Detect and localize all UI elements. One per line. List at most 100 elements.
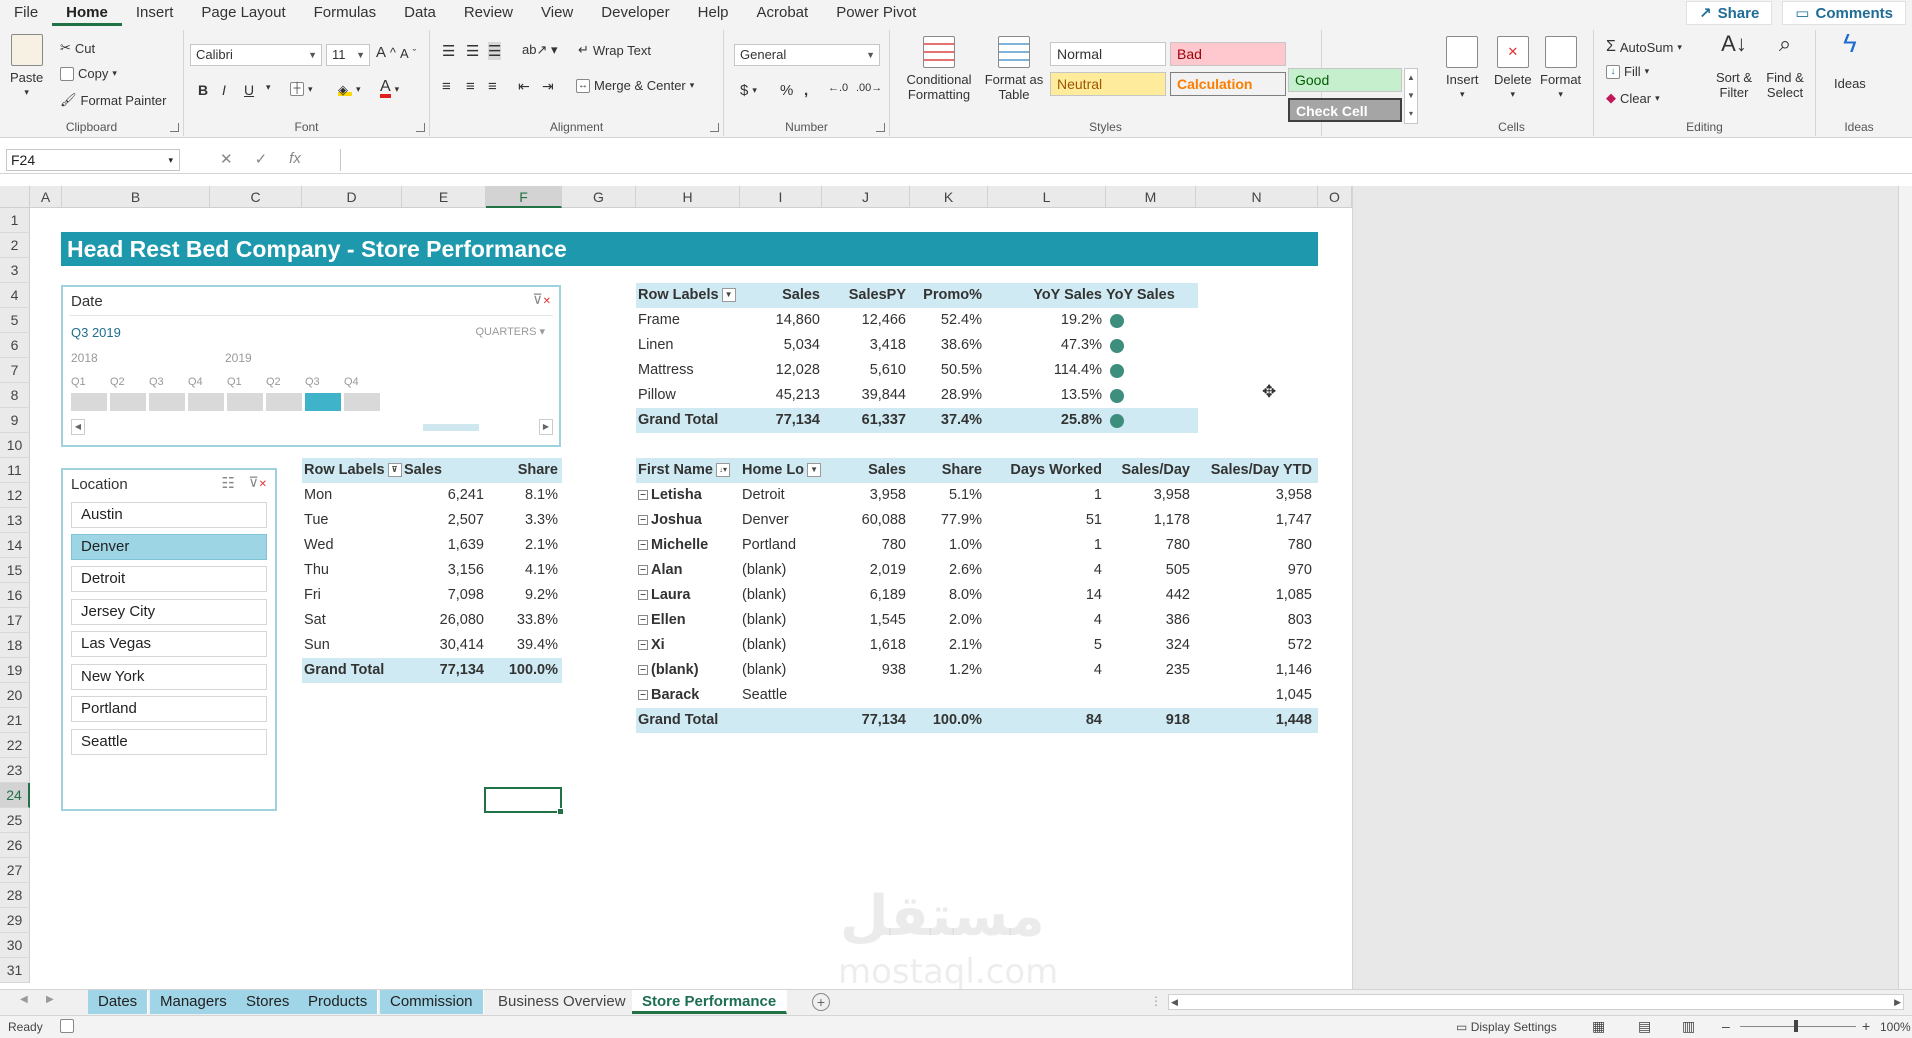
column-header[interactable]: O <box>1318 186 1352 208</box>
sheet-tab-store-performance[interactable]: Store Performance <box>632 990 788 1014</box>
delete-cells-button[interactable]: ✕ Delete ▾ <box>1494 36 1532 102</box>
style-good[interactable]: Good <box>1288 68 1402 92</box>
slicer-item-detroit[interactable]: Detroit <box>71 566 267 592</box>
row-header[interactable]: 19 <box>0 658 30 683</box>
cancel-icon[interactable]: ✕ <box>220 150 233 168</box>
style-check-cell[interactable]: Check Cell <box>1288 98 1402 122</box>
table-row[interactable]: Thu 3,156 4.1% <box>302 558 562 583</box>
table-row[interactable]: Pillow 45,213 39,844 28.9% 13.5% <box>636 383 1198 408</box>
bottom-align-icon[interactable]: ☰ <box>488 42 502 60</box>
timeline-period-bar[interactable] <box>110 393 146 411</box>
increase-decimal-icon[interactable]: ←.0 <box>828 82 848 94</box>
slicer-item-las-vegas[interactable]: Las Vegas <box>71 631 267 657</box>
tab-page-layout[interactable]: Page Layout <box>187 0 299 26</box>
paste-button[interactable]: Paste ▾ <box>10 34 43 100</box>
macro-record-icon[interactable] <box>60 1019 74 1033</box>
row-header[interactable]: 30 <box>0 933 30 958</box>
name-box[interactable]: F24 ▾ <box>6 149 180 171</box>
column-header[interactable]: A <box>30 186 62 208</box>
table-row[interactable]: Sat 26,080 33.8% <box>302 608 562 633</box>
row-header[interactable]: 14 <box>0 533 30 558</box>
column-header[interactable]: L <box>988 186 1106 208</box>
conditional-formatting-button[interactable]: Conditional Formatting <box>900 36 978 102</box>
style-neutral[interactable]: Neutral <box>1050 72 1166 96</box>
tab-data[interactable]: Data <box>390 0 450 26</box>
table-total-row[interactable]: Grand Total 77,134 100.0% <box>302 658 562 683</box>
decrease-indent-icon[interactable]: ⇤ <box>518 78 530 95</box>
row-header[interactable]: 12 <box>0 483 30 508</box>
dialog-launcher-icon[interactable] <box>876 123 885 132</box>
decrease-font-button[interactable]: Aˇ <box>400 46 416 61</box>
timeline-period-bar[interactable] <box>266 393 302 411</box>
style-bad[interactable]: Bad <box>1170 42 1286 66</box>
tab-power-pivot[interactable]: Power Pivot <box>822 0 930 26</box>
column-header[interactable]: H <box>636 186 740 208</box>
scroll-left-icon[interactable]: ◀ <box>1171 995 1178 1009</box>
column-header[interactable]: N <box>1196 186 1318 208</box>
tab-file[interactable]: File <box>0 0 52 26</box>
chevron-down-icon[interactable]: ▼ <box>807 463 822 478</box>
table-row[interactable]: – Michelle Portland 780 1.0% 1 780 780 <box>636 533 1318 558</box>
row-header[interactable]: 24 <box>0 783 30 808</box>
location-slicer[interactable]: Location ☷ ⊽✕ Austin Denver Detroit Jers… <box>61 468 277 811</box>
row-header[interactable]: 27 <box>0 858 30 883</box>
row-header[interactable]: 21 <box>0 708 30 733</box>
bold-button[interactable]: B <box>198 82 208 98</box>
top-align-icon[interactable]: ☰ <box>442 42 455 60</box>
table-row[interactable]: – Joshua Denver 60,088 77.9% 51 1,178 1,747 <box>636 508 1318 533</box>
timeline-period-bar[interactable] <box>149 393 185 411</box>
timeline-period-bar[interactable] <box>188 393 224 411</box>
timeline-scroll-thumb[interactable] <box>423 424 479 431</box>
tab-insert[interactable]: Insert <box>122 0 188 26</box>
table-row[interactable]: Fri 7,098 9.2% <box>302 583 562 608</box>
cut-button[interactable]: ✂ Cut <box>60 40 95 56</box>
decrease-decimal-icon[interactable]: .00→ <box>856 82 882 94</box>
format-cells-button[interactable]: Format ▾ <box>1540 36 1581 102</box>
tab-view[interactable]: View <box>527 0 587 26</box>
clear-button[interactable]: ◆ Clear ▾ <box>1606 90 1660 106</box>
slicer-item-austin[interactable]: Austin <box>71 502 267 528</box>
column-header[interactable]: G <box>562 186 636 208</box>
date-timeline-slicer[interactable]: Date ⊽✕ Q3 2019 QUARTERS ▾ 2018 2019 Q1 … <box>61 285 561 447</box>
filter-applied-icon[interactable]: ⊽ <box>387 463 402 478</box>
display-settings-button[interactable]: ▭ Display Settings <box>1456 1020 1557 1034</box>
dialog-launcher-icon[interactable] <box>170 123 179 132</box>
sheet-tab-stores[interactable]: Stores <box>236 990 301 1014</box>
orientation-icon[interactable]: ab↗ ▾ <box>522 42 558 58</box>
clear-filter-icon[interactable]: ⊽✕ <box>532 291 551 308</box>
row-header[interactable]: 17 <box>0 608 30 633</box>
timeline-period-bar-selected[interactable] <box>305 393 341 411</box>
table-row[interactable]: – (blank) (blank) 938 1.2% 4 235 1,146 <box>636 658 1318 683</box>
tab-review[interactable]: Review <box>450 0 527 26</box>
row-header[interactable]: 13 <box>0 508 30 533</box>
timeline-level-select[interactable]: QUARTERS ▾ <box>475 325 545 338</box>
table-row[interactable]: – Alan (blank) 2,019 2.6% 4 505 970 <box>636 558 1318 583</box>
font-name-select[interactable]: Calibri ▼ <box>190 44 322 66</box>
slicer-item-portland[interactable]: Portland <box>71 696 267 722</box>
row-header[interactable]: 6 <box>0 333 30 358</box>
row-header[interactable]: 22 <box>0 733 30 758</box>
clear-filter-icon[interactable]: ⊽✕ <box>248 474 267 491</box>
table-row[interactable]: Wed 1,639 2.1% <box>302 533 562 558</box>
collapse-icon[interactable]: – <box>638 515 648 526</box>
style-calculation[interactable]: Calculation <box>1170 72 1286 96</box>
align-left-icon[interactable]: ≡ <box>442 78 451 95</box>
row-header[interactable]: 1 <box>0 208 30 233</box>
dialog-launcher-icon[interactable] <box>416 123 425 132</box>
column-header[interactable]: J <box>822 186 910 208</box>
merge-center-button[interactable]: ↔ Merge & Center ▾ <box>576 78 694 93</box>
row-header[interactable]: 18 <box>0 633 30 658</box>
column-header[interactable]: I <box>740 186 822 208</box>
enter-icon[interactable]: ✓ <box>255 150 268 168</box>
column-header[interactable]: M <box>1106 186 1196 208</box>
sheet-tab-business-overview[interactable]: Business Overview <box>488 990 637 1014</box>
increase-font-button[interactable]: A ^ <box>376 44 396 61</box>
page-layout-view-icon[interactable]: ▤ <box>1638 1018 1651 1035</box>
timeline-period-bar[interactable] <box>344 393 380 411</box>
multi-select-icon[interactable]: ☷ <box>222 474 235 492</box>
increase-indent-icon[interactable]: ⇥ <box>542 78 554 95</box>
table-row[interactable]: Sun 30,414 39.4% <box>302 633 562 658</box>
insert-function-icon[interactable]: fx <box>289 150 301 168</box>
tab-help[interactable]: Help <box>684 0 743 26</box>
collapse-icon[interactable]: – <box>638 490 648 501</box>
